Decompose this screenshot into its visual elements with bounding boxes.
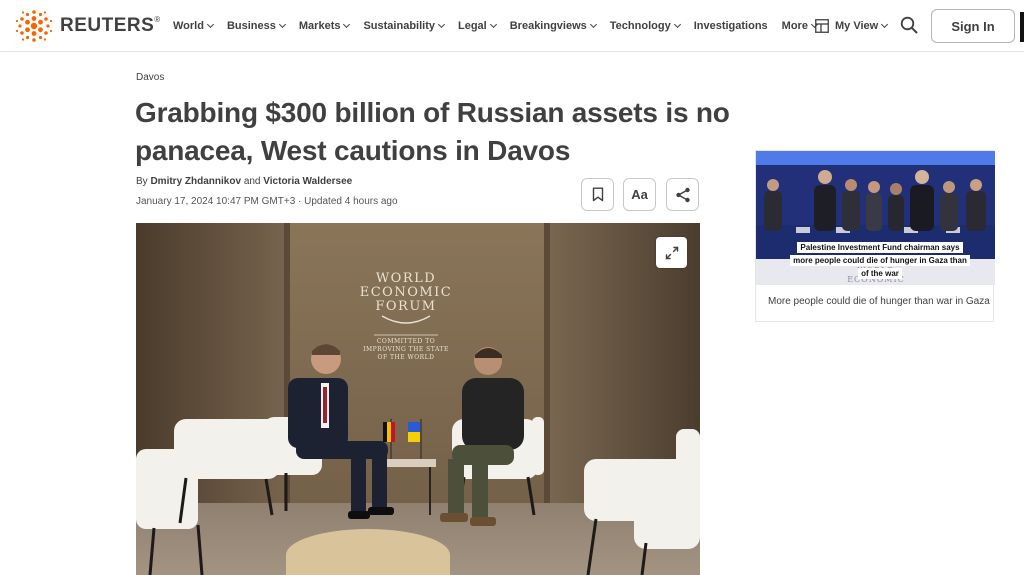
text-size-label: Aa xyxy=(631,187,648,202)
related-video-title[interactable]: More people could die of hunger than war… xyxy=(768,296,994,307)
video-caption-text: Palestine Investment Fund chairman says … xyxy=(790,242,970,279)
reuters-logo[interactable]: REUTERS® xyxy=(14,8,161,44)
nav-item-investigations[interactable]: Investigations xyxy=(694,20,768,32)
chevron-down-icon xyxy=(437,20,446,29)
nav-item-sustainability[interactable]: Sustainability xyxy=(363,20,446,32)
chevron-down-icon xyxy=(673,20,681,29)
section-kicker[interactable]: Davos xyxy=(136,72,164,83)
article-dateline: January 17, 2024 10:47 PM GMT+3 · Update… xyxy=(136,196,398,207)
search-icon[interactable] xyxy=(900,16,918,34)
nav-item-markets[interactable]: Markets xyxy=(299,20,351,32)
save-article-button[interactable] xyxy=(581,178,614,211)
bookmark-icon xyxy=(592,187,603,202)
chevron-down-icon xyxy=(278,20,286,29)
nav-item-more[interactable]: More xyxy=(782,20,818,32)
my-view-label: My View xyxy=(835,20,879,32)
nav-item-legal[interactable]: Legal xyxy=(458,20,497,32)
byline: By Dmitry Zhdannikov and Victoria Walder… xyxy=(136,176,352,187)
main-nav: World Business Markets Sustainability Le… xyxy=(173,0,831,52)
nav-item-business[interactable]: Business xyxy=(227,20,286,32)
wef-logo-line1: WORLD xyxy=(376,271,436,286)
chevron-down-icon xyxy=(881,20,889,29)
chevron-down-icon xyxy=(343,20,351,29)
byline-conjunction: and xyxy=(243,176,261,187)
share-button[interactable] xyxy=(666,178,699,211)
share-icon xyxy=(675,187,690,202)
header-edge-block xyxy=(1020,12,1024,42)
chevron-down-icon xyxy=(489,20,497,29)
reuters-logo-icon xyxy=(15,10,53,42)
wef-logo-line2: ECONOMIC xyxy=(360,285,453,300)
expand-icon xyxy=(665,246,678,259)
nav-item-breakingviews[interactable]: Breakingviews xyxy=(510,20,597,32)
related-video-card[interactable]: WORLD ECONOMIC Palestine Investment Fund… xyxy=(755,150,995,322)
layout-grid-icon xyxy=(815,19,829,33)
video-caption-overlay: Palestine Investment Fund chairman says … xyxy=(790,241,970,280)
author-link[interactable]: Victoria Waldersee xyxy=(263,176,352,187)
wef-logo-line3: FORUM xyxy=(375,299,436,314)
my-view-button[interactable]: My View xyxy=(815,0,889,52)
sign-in-button[interactable]: Sign In xyxy=(931,9,1015,43)
text-size-button[interactable]: Aa xyxy=(623,178,656,211)
nav-item-technology[interactable]: Technology xyxy=(610,20,681,32)
site-header: REUTERS® World Business Markets Sustaina… xyxy=(0,0,1024,52)
article-headline: Grabbing $300 billion of Russian assets … xyxy=(135,97,730,166)
meeting-photo-illustration: WORLD ECONOMIC FORUM COMMITTED TO IMPROV… xyxy=(136,223,700,575)
article-hero-photo[interactable]: WORLD ECONOMIC FORUM COMMITTED TO IMPROV… xyxy=(136,223,700,575)
nav-item-world[interactable]: World xyxy=(173,20,215,32)
wef-tagline-line1: COMMITTED TO xyxy=(377,338,435,345)
chevron-down-icon xyxy=(589,20,597,29)
author-link[interactable]: Dmitry Zhdannikov xyxy=(150,176,241,187)
byline-prefix: By xyxy=(136,176,148,187)
expand-image-button[interactable] xyxy=(656,237,687,268)
wef-tagline-line2: IMPROVING THE STATE xyxy=(363,346,449,353)
reuters-wordmark: REUTERS® xyxy=(60,15,161,36)
wef-tagline-line3: OF THE WORLD xyxy=(378,354,435,361)
chevron-down-icon xyxy=(206,20,215,29)
